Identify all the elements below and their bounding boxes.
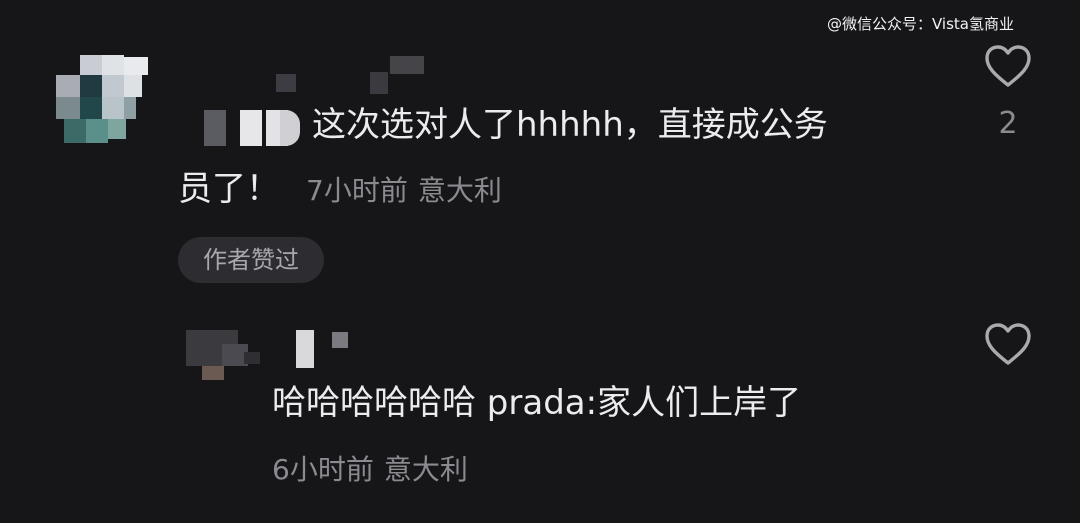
reply-time: 6小时前 [272,453,374,486]
comment-text-line1: 这次选对人了hhhhh，直接成公务 [312,105,828,145]
comment-text-end: 员了！ [178,169,280,209]
reply-like-button[interactable] [984,322,1032,366]
reply-location: 意大利 [383,453,468,486]
author-liked-badge: 作者赞过 [178,237,324,283]
like-button[interactable] [984,44,1032,88]
comment-text-line2: 员了！ 7小时前 意大利 [178,160,502,220]
reply-meta: 6小时前 意大利 [272,448,468,488]
reply-username[interactable] [296,330,356,370]
comment-location: 意大利 [417,174,502,207]
heart-outline-icon [985,323,1031,365]
watermark: @微信公众号：Vista氢商业 [827,15,1014,33]
reply-text: 哈哈哈哈哈哈 prada:家人们上岸了 [272,383,802,423]
avatar[interactable] [56,55,148,147]
heart-outline-icon [985,45,1031,87]
comment-time: 7小时前 [306,174,408,207]
like-count: 2 [998,106,1018,141]
reply-avatar[interactable] [186,330,262,382]
